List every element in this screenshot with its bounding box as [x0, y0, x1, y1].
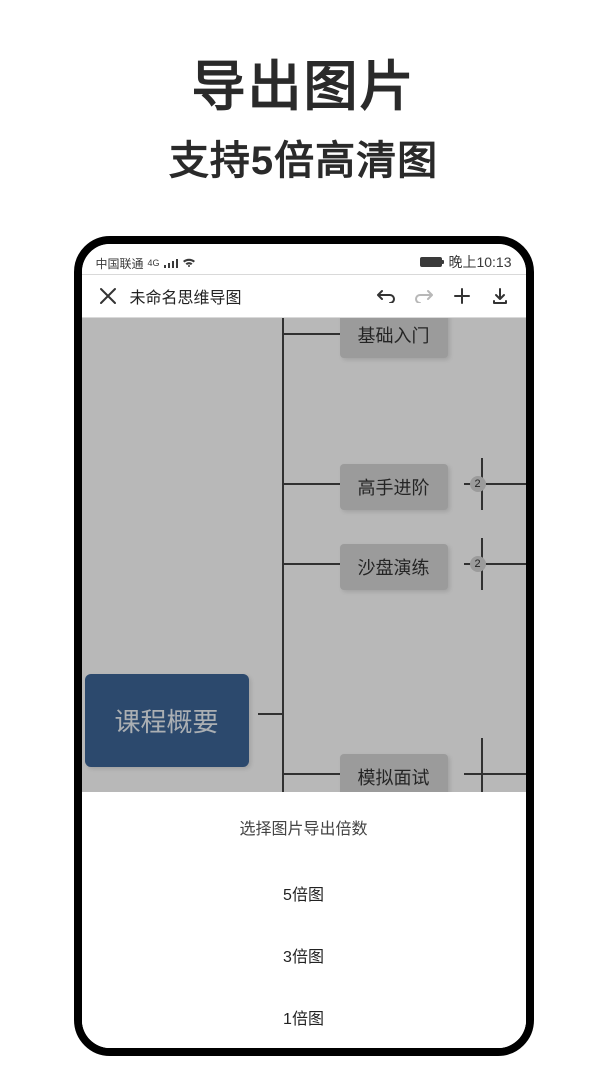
export-button[interactable]	[482, 278, 518, 314]
app-toolbar: 未命名思维导图	[82, 274, 526, 318]
marketing-title: 导出图片	[0, 55, 607, 120]
mindmap-node-label: 基础入门	[358, 326, 430, 346]
child-count-badge: 2	[470, 476, 486, 492]
battery-icon	[420, 257, 442, 267]
carrier-label: 中国联通	[96, 255, 144, 272]
wifi-icon	[182, 258, 196, 268]
mindmap-node-label: 沙盘演练	[358, 558, 430, 578]
redo-button[interactable]	[406, 278, 442, 314]
clock-label: 晚上10:13	[448, 252, 511, 272]
toolbar-right-group	[368, 278, 518, 314]
status-right: 晚上10:13	[420, 252, 511, 272]
phone-frame: 中国联通 4G 晚上10:13 未命名思维导图	[74, 236, 534, 1056]
modal-dim-overlay[interactable]	[82, 318, 526, 858]
mindmap-root-label: 课程概要	[115, 707, 219, 737]
export-option-3x[interactable]: 3倍图	[82, 924, 526, 986]
mindmap-node[interactable]: 高手进阶	[340, 464, 448, 510]
marketing-subtitle: 支持5倍高清图	[0, 128, 607, 186]
status-left: 中国联通 4G	[96, 255, 196, 272]
mindmap-node[interactable]: 基础入门	[340, 318, 448, 358]
status-bar: 中国联通 4G 晚上10:13	[82, 244, 526, 274]
child-count-badge: 2	[470, 556, 486, 572]
export-sheet-title: 选择图片导出倍数	[82, 792, 526, 862]
undo-button[interactable]	[368, 278, 404, 314]
mindmap-node-label: 模拟面试	[358, 768, 430, 788]
document-title[interactable]: 未命名思维导图	[126, 284, 368, 308]
export-option-5x[interactable]: 5倍图	[82, 862, 526, 924]
mindmap-node[interactable]: 沙盘演练	[340, 544, 448, 590]
add-node-button[interactable]	[444, 278, 480, 314]
network-badge: 4G	[148, 258, 160, 268]
mindmap-canvas[interactable]: 课程概要 基础入门 高手进阶 2 沙盘演练 2 模拟面试 选择图片导出倍数 5倍…	[82, 318, 526, 1048]
export-action-sheet: 选择图片导出倍数 5倍图 3倍图 1倍图	[82, 792, 526, 1048]
mindmap-node-label: 高手进阶	[358, 478, 430, 498]
close-button[interactable]	[90, 278, 126, 314]
signal-icon	[164, 258, 178, 268]
mindmap-root-node[interactable]: 课程概要	[85, 674, 249, 767]
export-option-1x[interactable]: 1倍图	[82, 986, 526, 1048]
